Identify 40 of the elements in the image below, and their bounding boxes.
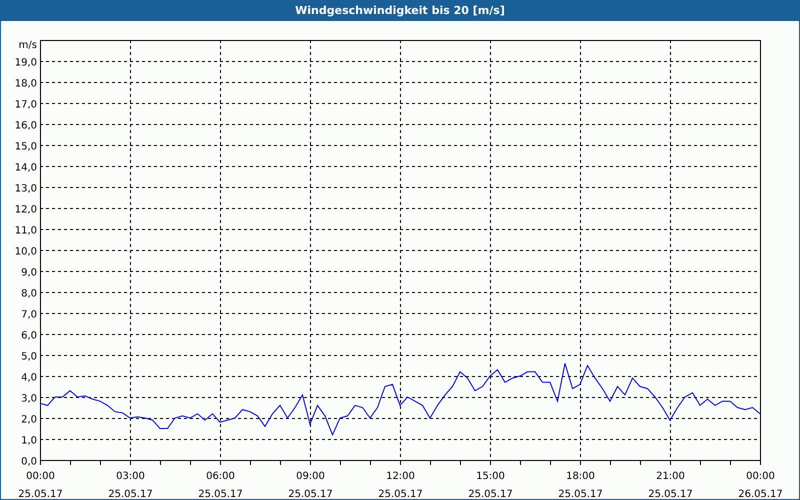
axis-label: 09:00	[296, 471, 325, 482]
axis-label: 25.05.17	[468, 489, 513, 499]
axis-unit: m/s	[18, 40, 37, 51]
window-title: Windgeschwindigkeit bis 20 [m/s]	[1, 1, 799, 21]
axis-label: 21:00	[656, 471, 685, 482]
axis-label: 25.05.17	[648, 489, 693, 499]
axis-label: 9,0	[21, 268, 37, 278]
axis-label: 25.05.17	[288, 489, 333, 499]
axis-label: 18,0	[14, 78, 37, 90]
axis-label: 6,0	[21, 330, 37, 342]
axis-label: 06:00	[206, 471, 235, 482]
axis-label: 03:00	[116, 471, 145, 482]
axis-label: 25.05.17	[18, 489, 63, 499]
axis-label: 15:00	[476, 471, 505, 482]
axis-label: 1,0	[21, 436, 37, 446]
axis-label: 00:00	[746, 471, 775, 482]
axis-label: 0,0	[21, 456, 37, 468]
axis-label: 25.05.17	[108, 489, 153, 499]
axis-label: 25.05.17	[558, 489, 603, 499]
axis-label: 4,0	[21, 372, 37, 384]
axis-label: 14,0	[14, 162, 37, 174]
axis-label: 12:00	[386, 471, 415, 482]
axis-label: 3,0	[21, 394, 37, 404]
axis-label: 15,0	[14, 142, 37, 152]
axis-label: 25.05.17	[378, 489, 423, 499]
axis-label: 11,0	[14, 226, 37, 236]
axis-label: 8,0	[21, 288, 37, 300]
axis-label: 17,0	[14, 100, 37, 110]
axis-label: 16,0	[14, 120, 37, 132]
axis-label: 00:00	[26, 471, 55, 482]
axis-label: 13,0	[14, 184, 37, 194]
axis-label: 18:00	[566, 471, 595, 482]
axis-label: 10,0	[14, 246, 37, 258]
axis-label: 5,0	[21, 352, 37, 362]
axis-label: 25.05.17	[198, 489, 243, 499]
axis-label: 26.05.17	[738, 489, 783, 499]
axis-label: 2,0	[21, 414, 37, 426]
axis-label: 7,0	[21, 310, 37, 320]
axis-label: 12,0	[14, 204, 37, 216]
axis-label: 19,0	[14, 58, 37, 68]
